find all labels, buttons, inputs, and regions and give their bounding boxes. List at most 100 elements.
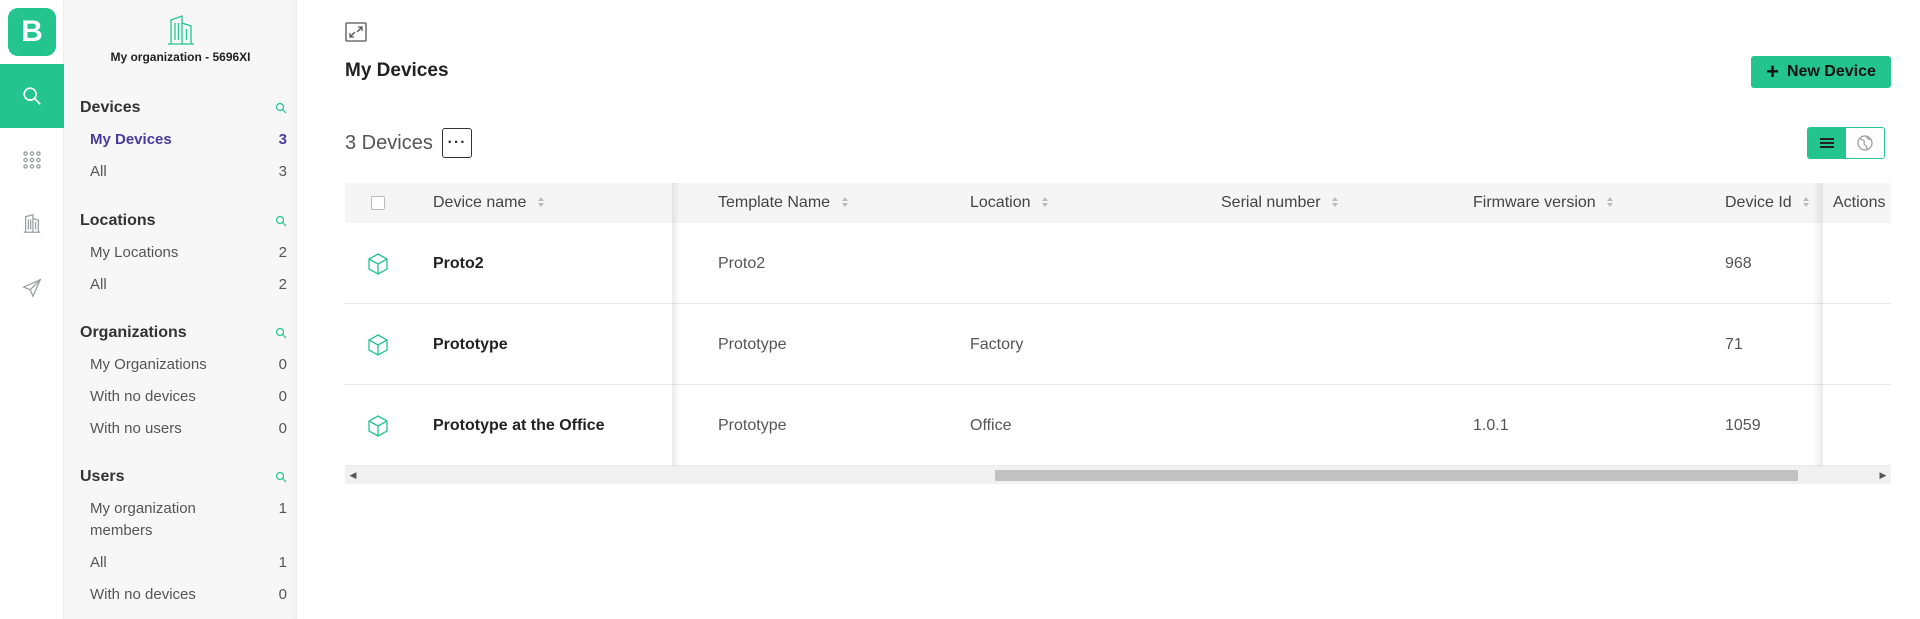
sidebar-item-count: 2 bbox=[278, 276, 287, 293]
column-header-template-name[interactable]: Template Name bbox=[718, 183, 849, 223]
cell-device-name[interactable]: Prototype at the Office bbox=[433, 385, 605, 466]
sidebar-item-label: With no users bbox=[90, 420, 182, 437]
rail-organizations[interactable] bbox=[0, 192, 64, 256]
section-title: Devices bbox=[80, 99, 141, 116]
organization-name: My organization - 5696XI bbox=[110, 50, 251, 64]
sidebar-item-count: 0 bbox=[278, 586, 287, 603]
new-device-label: New Device bbox=[1786, 63, 1876, 80]
search-icon bbox=[23, 87, 41, 105]
column-label: Template Name bbox=[718, 194, 831, 211]
cell-template-name: Proto2 bbox=[718, 255, 766, 272]
column-header-device-name[interactable]: Device name bbox=[433, 183, 545, 223]
sidebar-item-label: My Organizations bbox=[90, 356, 207, 373]
sidebar-item-count: 0 bbox=[278, 420, 287, 437]
sidebar-item-my-organizations[interactable]: My Organizations 0 bbox=[80, 354, 287, 376]
page-title: My Devices bbox=[345, 60, 449, 81]
view-toggle bbox=[1807, 127, 1885, 159]
device-cube-icon bbox=[368, 415, 388, 437]
expand-icon[interactable] bbox=[345, 22, 367, 42]
select-all-checkbox[interactable] bbox=[371, 196, 385, 210]
section-title: Locations bbox=[80, 212, 156, 229]
building-icon bbox=[167, 15, 194, 45]
search-icon[interactable] bbox=[275, 215, 287, 227]
cell-template-name: Prototype bbox=[718, 417, 787, 434]
sidebar-item-count: 3 bbox=[278, 163, 287, 180]
building-icon bbox=[23, 214, 41, 233]
sidebar-section-devices: Devices My Devices 3 All 3 bbox=[80, 97, 287, 183]
cell-device-id: 968 bbox=[1725, 255, 1752, 272]
rail-send[interactable] bbox=[0, 256, 64, 320]
cell-device-id: 1059 bbox=[1725, 417, 1761, 434]
sidebar-item-count: 2 bbox=[278, 244, 287, 261]
column-header-location[interactable]: Location bbox=[970, 183, 1049, 223]
sidebar-item-label: My Devices bbox=[90, 131, 172, 148]
sidebar-item-count: 0 bbox=[278, 388, 287, 405]
more-options-button[interactable]: ··· bbox=[442, 128, 472, 158]
sidebar-item-all-users[interactable]: All 1 bbox=[80, 552, 287, 574]
column-header-device-id[interactable]: Device Id bbox=[1725, 183, 1810, 223]
column-label: Device name bbox=[433, 194, 527, 211]
device-cube-icon bbox=[368, 334, 388, 356]
sidebar-item-all-devices[interactable]: All 3 bbox=[80, 161, 287, 183]
sidebar-item-label: With no devices bbox=[90, 388, 196, 405]
table-row[interactable]: Proto2 Proto2 968 bbox=[345, 223, 1891, 304]
devices-table: Device name Template Name Location Seria… bbox=[345, 183, 1891, 466]
sidebar-item-label: All bbox=[90, 163, 107, 180]
list-view-button[interactable] bbox=[1808, 128, 1846, 158]
rail-search[interactable] bbox=[0, 64, 64, 128]
table-row[interactable]: Prototype at the Office Prototype Office… bbox=[345, 385, 1891, 466]
cell-template-name: Prototype bbox=[718, 336, 787, 353]
sort-icon bbox=[1803, 196, 1810, 207]
scroll-right-arrow-icon[interactable]: ▶ bbox=[1877, 469, 1889, 481]
sidebar-item-count: 0 bbox=[278, 356, 287, 373]
sidebar-item-label: All bbox=[90, 276, 107, 293]
search-icon[interactable] bbox=[275, 327, 287, 339]
column-label: Serial number bbox=[1221, 194, 1321, 211]
sidebar-item-orgs-no-devices[interactable]: With no devices 0 bbox=[80, 386, 287, 408]
sort-icon bbox=[1041, 196, 1048, 207]
sidebar-item-label: My Locations bbox=[90, 244, 179, 261]
sidebar-item-org-members[interactable]: My organization members 1 bbox=[80, 498, 287, 542]
table-header: Device name Template Name Location Seria… bbox=[345, 183, 1891, 223]
table-row[interactable]: Prototype Prototype Factory 71 bbox=[345, 304, 1891, 385]
horizontal-scrollbar[interactable]: ◀ ▶ bbox=[345, 466, 1891, 484]
main-content: My Devices + New Device 3 Devices ··· De… bbox=[297, 0, 1920, 619]
sidebar-item-my-devices[interactable]: My Devices 3 bbox=[80, 129, 287, 151]
cell-device-name[interactable]: Proto2 bbox=[433, 223, 484, 304]
list-icon bbox=[1820, 138, 1834, 148]
sidebar-item-label: My organization members bbox=[90, 500, 196, 539]
sidebar-item-orgs-no-users[interactable]: With no users 0 bbox=[80, 418, 287, 440]
new-device-button[interactable]: + New Device bbox=[1751, 56, 1891, 88]
map-view-button[interactable] bbox=[1846, 128, 1884, 158]
cell-firmware-version: 1.0.1 bbox=[1473, 417, 1509, 434]
column-header-actions: Actions bbox=[1833, 194, 1886, 211]
sidebar-item-all-locations[interactable]: All 2 bbox=[80, 274, 287, 296]
sort-icon bbox=[1332, 196, 1339, 207]
column-header-serial-number[interactable]: Serial number bbox=[1221, 183, 1339, 223]
left-rail: B bbox=[0, 0, 64, 619]
column-label: Firmware version bbox=[1473, 194, 1596, 211]
column-header-firmware-version[interactable]: Firmware version bbox=[1473, 183, 1614, 223]
device-count: 3 Devices bbox=[345, 132, 433, 154]
device-cube-icon bbox=[368, 253, 388, 275]
sort-icon bbox=[1607, 196, 1614, 207]
scrollbar-thumb[interactable] bbox=[995, 470, 1798, 481]
section-title: Users bbox=[80, 468, 125, 485]
sidebar-item-label: All bbox=[90, 554, 107, 571]
app-logo[interactable]: B bbox=[8, 8, 56, 56]
search-icon[interactable] bbox=[275, 471, 287, 483]
scroll-left-arrow-icon[interactable]: ◀ bbox=[347, 469, 359, 481]
search-icon[interactable] bbox=[275, 102, 287, 114]
sidebar: My organization - 5696XI Devices My Devi… bbox=[64, 0, 297, 619]
sidebar-section-locations: Locations My Locations 2 All 2 bbox=[80, 210, 287, 296]
sort-icon bbox=[537, 196, 544, 207]
column-label: Location bbox=[970, 194, 1031, 211]
sidebar-item-count: 1 bbox=[278, 554, 287, 571]
sidebar-item-users-no-devices[interactable]: With no devices 0 bbox=[80, 584, 287, 606]
apps-grid-icon bbox=[23, 151, 41, 169]
sidebar-section-users: Users My organization members 1 All 1 Wi… bbox=[80, 466, 287, 606]
rail-apps[interactable] bbox=[0, 128, 64, 192]
sidebar-item-my-locations[interactable]: My Locations 2 bbox=[80, 242, 287, 264]
cell-device-name[interactable]: Prototype bbox=[433, 304, 508, 385]
organization-header[interactable]: My organization - 5696XI bbox=[64, 14, 297, 64]
